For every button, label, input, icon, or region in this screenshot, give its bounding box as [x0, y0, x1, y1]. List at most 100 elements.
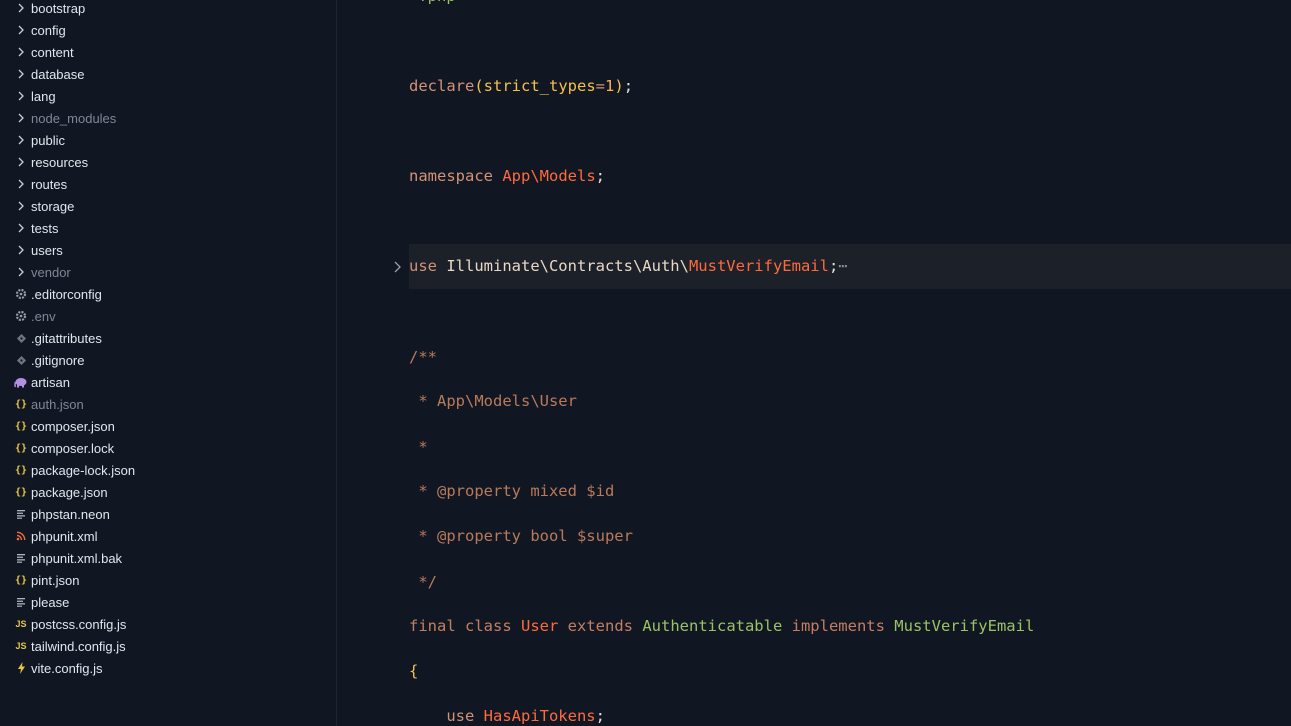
code-line: */	[409, 567, 437, 597]
file-tree-item[interactable]: vendor	[0, 261, 336, 283]
code-token: User	[521, 617, 568, 635]
file-tree-item[interactable]: tests	[0, 217, 336, 239]
code-line: * App\Models\User	[409, 386, 577, 416]
file-tree-item[interactable]: {} composer.json	[0, 415, 336, 437]
file-tree-item-label: bootstrap	[31, 0, 86, 16]
elephant-icon	[12, 377, 30, 388]
git-icon	[12, 355, 30, 366]
bolt-icon	[12, 662, 30, 674]
file-tree-item[interactable]: {} pint.json	[0, 569, 336, 591]
file-tree-item-label: composer.json	[31, 418, 115, 434]
file-tree-item-label: .gitattributes	[31, 330, 102, 346]
file-tree-item[interactable]: phpunit.xml	[0, 525, 336, 547]
code-token: )	[614, 77, 624, 95]
code-line: *	[409, 432, 428, 462]
file-tree-item[interactable]: public	[0, 129, 336, 151]
rss-icon	[12, 531, 30, 541]
code-token: *	[409, 438, 428, 456]
gear-icon	[12, 310, 30, 322]
file-tree-item-label: node_modules	[31, 110, 117, 126]
fold-chevron-icon[interactable]	[393, 257, 403, 277]
chevron-right-icon	[12, 156, 30, 168]
file-tree-item-label: config	[31, 22, 66, 38]
js-icon: JS	[15, 641, 27, 651]
code-token: <?php	[409, 0, 456, 5]
file-tree-item[interactable]: node_modules	[0, 107, 336, 129]
file-tree-item[interactable]: users	[0, 239, 336, 261]
file-tree-item[interactable]: database	[0, 63, 336, 85]
code-token: ;	[595, 167, 605, 185]
file-tree-item[interactable]: .editorconfig	[0, 283, 336, 305]
code-token: final	[409, 617, 465, 635]
file-tree-item[interactable]: JS postcss.config.js	[0, 613, 336, 635]
text-file-icon	[12, 553, 30, 563]
code-token: Authenticatable	[642, 617, 792, 635]
file-tree-item[interactable]: .env	[0, 305, 336, 327]
file-tree-item-label: phpunit.xml.bak	[31, 550, 123, 566]
chevron-right-icon	[12, 46, 30, 58]
file-tree-item[interactable]: routes	[0, 173, 336, 195]
chevron-right-icon	[12, 24, 30, 36]
file-tree-item-label: lang	[31, 88, 56, 104]
file-tree-item[interactable]: .gitattributes	[0, 327, 336, 349]
file-tree-item[interactable]: JS tailwind.config.js	[0, 635, 336, 657]
chevron-right-icon	[12, 68, 30, 80]
file-tree-item[interactable]: {} auth.json	[0, 393, 336, 415]
file-tree-item[interactable]: please	[0, 591, 336, 613]
code-line: {	[409, 656, 418, 686]
file-tree-item[interactable]: phpstan.neon	[0, 503, 336, 525]
git-icon	[12, 333, 30, 344]
code-token: HasApiTokens	[483, 707, 596, 725]
file-tree-item[interactable]: content	[0, 41, 336, 63]
js-icon: JS	[15, 619, 27, 629]
file-tree-item-label: package.json	[31, 484, 108, 500]
file-tree-item-label: package-lock.json	[31, 462, 136, 478]
code-token: */	[409, 573, 437, 591]
file-tree-item-label: storage	[31, 198, 75, 214]
file-tree-item[interactable]: vite.config.js	[0, 657, 336, 679]
code-token: ;	[623, 77, 634, 95]
code-line: use Illuminate\Contracts\Auth\MustVerify…	[409, 251, 848, 281]
json-icon: {}	[14, 486, 28, 498]
file-tree-item[interactable]: {} composer.lock	[0, 437, 336, 459]
chevron-right-icon	[12, 244, 30, 256]
code-token: use	[409, 257, 447, 275]
chevron-right-icon	[12, 200, 30, 212]
chevron-right-icon	[12, 178, 30, 190]
file-tree-item-label: vite.config.js	[31, 660, 103, 676]
code-token: MustVerifyEmail	[688, 257, 829, 275]
chevron-right-icon	[12, 134, 30, 146]
file-tree-item[interactable]: lang	[0, 85, 336, 107]
file-tree-item[interactable]: {} package-lock.json	[0, 459, 336, 481]
code-line: * @property bool $super	[409, 521, 633, 551]
file-tree-item-label: please	[31, 594, 70, 610]
json-icon: {}	[14, 464, 28, 476]
code-token: * App\Models\User	[409, 392, 577, 410]
file-tree-item[interactable]: artisan	[0, 371, 336, 393]
chevron-right-icon	[12, 90, 30, 102]
code-token: {	[409, 662, 419, 680]
file-tree-item[interactable]: config	[0, 19, 336, 41]
code-line: declare(strict_types=1);	[409, 71, 633, 101]
code-line: <?php	[409, 0, 456, 11]
code-token: * @property mixed $id	[409, 482, 615, 500]
file-tree-item[interactable]: storage	[0, 195, 336, 217]
file-tree-item[interactable]: resources	[0, 151, 336, 173]
code-token: Illuminate\Contracts\Auth\	[446, 257, 689, 275]
file-tree-item[interactable]: .gitignore	[0, 349, 336, 371]
file-tree-item[interactable]: phpunit.xml.bak	[0, 547, 336, 569]
file-tree-item-label: composer.lock	[31, 440, 115, 456]
code-token: strict_types	[483, 77, 596, 95]
code-editor[interactable]: <?phpdeclare(strict_types=1);namespace A…	[338, 0, 1291, 726]
code-token: App\Models	[502, 167, 596, 185]
file-tree-item[interactable]: bootstrap	[0, 0, 336, 19]
code-token: ;	[595, 707, 605, 725]
file-tree-item-label: artisan	[31, 374, 71, 390]
code-line: final class User extends Authenticatable…	[409, 611, 1034, 641]
file-tree-item-label: .env	[31, 308, 56, 324]
file-tree-item-label: users	[31, 242, 63, 258]
code-token: 1	[605, 77, 615, 95]
file-tree-item[interactable]: {} package.json	[0, 481, 336, 503]
code-token: declare	[409, 77, 475, 95]
file-tree-item-label: routes	[31, 176, 68, 192]
